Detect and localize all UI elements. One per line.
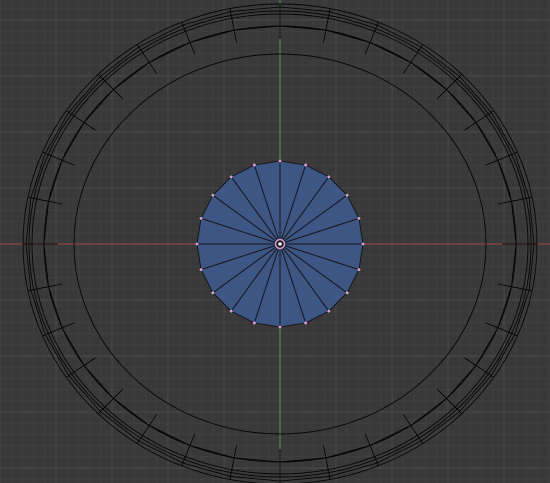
selected-vertex[interactable] [357,268,361,272]
selected-vertex[interactable] [252,163,256,167]
selected-vertex[interactable] [327,175,331,179]
selected-vertex[interactable] [361,242,365,246]
selected-vertex[interactable] [211,291,215,295]
viewport-canvas[interactable] [0,0,550,483]
selected-vertex[interactable] [199,268,203,272]
selected-vertex[interactable] [304,321,308,325]
selected-vertex[interactable] [252,321,256,325]
selected-vertex[interactable] [278,325,282,329]
selected-vertex[interactable] [199,216,203,220]
3d-viewport[interactable] [0,0,550,483]
selected-vertex[interactable] [229,175,233,179]
selected-vertex[interactable] [345,193,349,197]
selected-vertex[interactable] [357,216,361,220]
selected-vertex[interactable] [345,291,349,295]
selected-vertex[interactable] [304,163,308,167]
selected-vertex[interactable] [229,309,233,313]
selected-vertex[interactable] [278,159,282,163]
selected-vertex[interactable] [195,242,199,246]
selected-vertex[interactable] [327,309,331,313]
selected-vertex[interactable] [211,193,215,197]
object-origin-dot [278,242,282,246]
